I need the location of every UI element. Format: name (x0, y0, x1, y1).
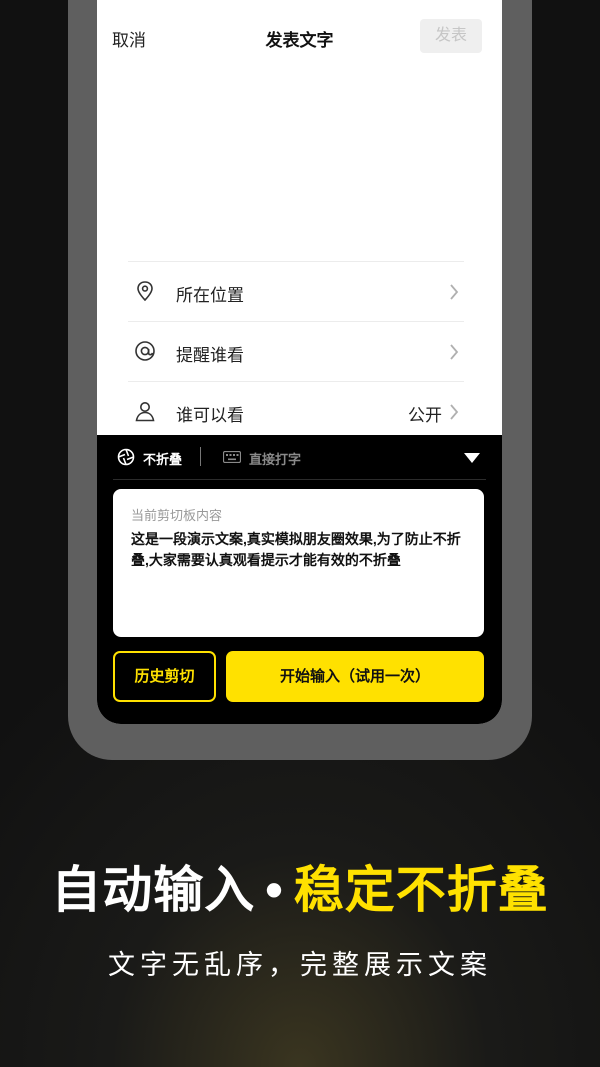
row-label: 提醒谁看 (176, 346, 244, 365)
promo-headline: 自动输入 • 稳定不折叠 (0, 850, 600, 922)
input-panel: 不折叠 直接打字 当前剪切板内容 这是一段演示文案,真实模拟朋友圈效果,为了防止… (97, 435, 502, 724)
clipboard-text: 这是一段演示文案,真实模拟朋友圈效果,为了防止不折叠,大家需要认真观看提示才能有… (131, 531, 461, 568)
toolbar-separator (113, 479, 486, 480)
chevron-right-icon (450, 404, 459, 420)
toolbar-divider (200, 447, 201, 466)
promo-subline: 文字无乱序，完整展示文案 (108, 950, 492, 980)
headline-dot: • (265, 862, 284, 918)
top-nav-bar: 取消 发表文字 发表 (97, 0, 502, 72)
row-remind[interactable]: 提醒谁看 (128, 321, 464, 381)
row-visibility[interactable]: 谁可以看 公开 (128, 381, 464, 441)
headline-part1: 自动输入 (51, 862, 256, 918)
at-sign-icon (135, 341, 155, 361)
row-value: 公开 (408, 406, 442, 425)
fold-toggle[interactable]: 不折叠 (143, 449, 182, 468)
keyboard-icon (223, 451, 241, 463)
start-input-button[interactable]: 开始输入（试用一次） (226, 651, 484, 702)
headline-part2: 稳定不折叠 (293, 862, 549, 918)
chevron-right-icon (450, 284, 459, 300)
row-label: 谁可以看 (176, 406, 244, 425)
phone-screen: 取消 发表文字 发表 所在位置 提醒谁看 谁可以看 公开 不折叠 直接打字 当前… (97, 0, 502, 724)
chevron-right-icon (450, 344, 459, 360)
clipboard-title: 当前剪切板内容 (131, 508, 223, 523)
location-pin-icon (137, 281, 153, 302)
history-clip-button[interactable]: 历史剪切 (113, 651, 216, 702)
clipboard-card[interactable]: 当前剪切板内容 这是一段演示文案,真实模拟朋友圈效果,为了防止不折叠,大家需要认… (113, 489, 484, 637)
direct-typing-button[interactable]: 直接打字 (249, 449, 301, 468)
row-location[interactable]: 所在位置 (128, 261, 464, 321)
collapse-triangle-icon[interactable] (464, 453, 480, 463)
row-label: 所在位置 (176, 286, 244, 305)
aperture-icon (117, 448, 135, 466)
person-icon (135, 402, 155, 422)
publish-button[interactable]: 发表 (420, 19, 482, 53)
